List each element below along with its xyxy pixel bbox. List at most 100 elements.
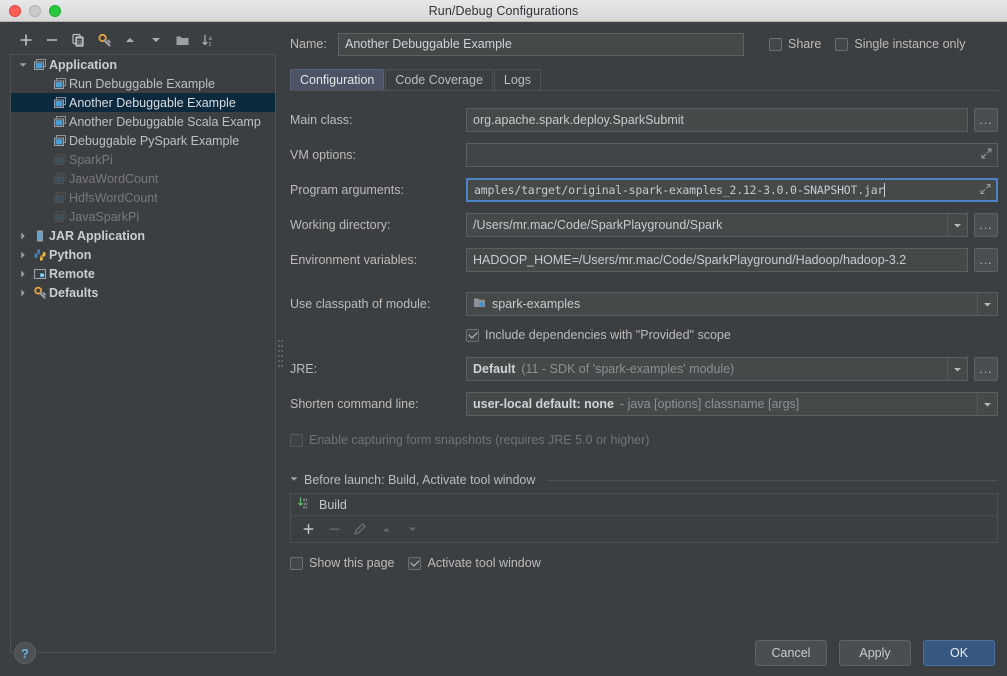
shorten-command-line-combo[interactable]: user-local default: none - java [options… (466, 392, 998, 416)
single-instance-checkbox[interactable]: Single instance only (835, 37, 966, 51)
chevron-right-icon[interactable] (15, 251, 31, 259)
name-input[interactable] (338, 32, 744, 56)
help-button[interactable]: ? (14, 642, 36, 664)
remove-task-button (323, 518, 345, 540)
classpath-module-row: Use classpath of module: spark-examples (290, 291, 998, 317)
program-arguments-row: Program arguments: amples/target/origina… (290, 177, 998, 203)
chevron-down-icon[interactable] (947, 214, 967, 236)
tab-code-coverage[interactable]: Code Coverage (385, 69, 493, 90)
configuration-editor-panel: Name: Share Single instance only Configu… (290, 28, 998, 653)
tree-item[interactable]: Remote (11, 264, 275, 283)
tree-item[interactable]: Application (11, 55, 275, 74)
shorten-command-line-row: Shorten command line: user-local default… (290, 391, 998, 417)
remove-configuration-button[interactable] (40, 29, 64, 51)
header-checkboxes: Share Single instance only (769, 37, 966, 51)
close-button[interactable] (9, 5, 21, 17)
vm-options-row: VM options: (290, 142, 998, 168)
tree-item-label: JavaSparkPi (69, 209, 140, 224)
working-directory-browse-button[interactable]: ... (974, 213, 998, 237)
chevron-down-icon[interactable] (15, 61, 31, 69)
tree-item[interactable]: SparkPi (11, 150, 275, 169)
single-instance-checkbox-box[interactable] (835, 37, 849, 51)
tree-item[interactable]: Defaults (11, 283, 275, 302)
tree-item[interactable]: Debuggable PySpark Example (11, 131, 275, 150)
jre-value-bold: Default (473, 362, 516, 376)
add-configuration-button[interactable] (14, 29, 38, 51)
tree-item[interactable]: JavaWordCount (11, 169, 275, 188)
before-launch-divider (547, 479, 998, 481)
include-provided-checkbox[interactable]: Include dependencies with "Provided" sco… (466, 328, 731, 342)
application-icon (51, 172, 69, 186)
classpath-module-combo[interactable]: spark-examples (466, 292, 998, 316)
dialog-footer: ? Cancel Apply OK (0, 631, 1007, 676)
activate-tool-window-checkbox-label: Activate tool window (427, 556, 541, 570)
tree-item[interactable]: JAR Application (11, 226, 275, 245)
show-this-page-checkbox[interactable]: Show this page (290, 556, 394, 570)
new-folder-button[interactable] (170, 29, 194, 51)
dialog-body: a z Application Run Debuggable Example Ano… (0, 22, 1007, 676)
tree-item[interactable]: Another Debuggable Scala Examp (11, 112, 275, 131)
jre-label: JRE: (290, 362, 318, 376)
chevron-down-icon[interactable] (977, 293, 997, 315)
expand-diagonal-icon[interactable] (981, 148, 992, 162)
tab-logs[interactable]: Logs (493, 69, 542, 90)
main-class-input[interactable]: org.apache.spark.deploy.SparkSubmit (466, 108, 968, 132)
ok-button[interactable]: OK (923, 640, 995, 666)
chevron-right-icon[interactable] (15, 289, 31, 297)
cancel-button[interactable]: Cancel (755, 640, 827, 666)
copy-configuration-button[interactable] (66, 29, 90, 51)
single-instance-checkbox-label: Single instance only (854, 37, 966, 51)
move-down-button[interactable] (144, 29, 168, 51)
activate-tool-window-checkbox[interactable]: Activate tool window (408, 556, 541, 570)
shorten-command-line-value-bold: user-local default: none (473, 397, 614, 411)
program-arguments-input[interactable]: amples/target/original-spark-examples_2.… (466, 178, 998, 202)
add-task-button[interactable] (297, 518, 319, 540)
activate-tool-window-checkbox-box[interactable] (408, 556, 422, 570)
chevron-down-icon[interactable] (947, 358, 967, 380)
tree-item[interactable]: Another Debuggable Example (11, 93, 275, 112)
before-launch-task-label: Build (319, 497, 347, 512)
classpath-module-value-wrap: spark-examples (467, 296, 977, 312)
move-up-button[interactable] (118, 29, 142, 51)
chevron-down-icon[interactable] (290, 475, 298, 485)
show-this-page-checkbox-box[interactable] (290, 556, 303, 570)
minimize-button[interactable] (29, 5, 41, 17)
main-class-row: Main class: org.apache.spark.deploy.Spar… (290, 107, 998, 133)
name-label: Name: (290, 37, 327, 51)
expand-diagonal-icon[interactable] (980, 184, 991, 197)
jre-combo[interactable]: Default (11 - SDK of 'spark-examples' mo… (466, 357, 968, 381)
window-controls (9, 5, 61, 17)
maximize-button[interactable] (49, 5, 61, 17)
tree-item[interactable]: Run Debuggable Example (11, 74, 275, 93)
apply-button[interactable]: Apply (839, 640, 911, 666)
form-snapshots-row: Enable capturing form snapshots (require… (290, 429, 998, 451)
vm-options-input[interactable] (466, 143, 998, 167)
working-directory-combo[interactable]: /Users/mr.mac/Code/SparkPlayground/Spark (466, 213, 968, 237)
tree-item[interactable]: HdfsWordCount (11, 188, 275, 207)
chevron-down-icon[interactable] (977, 393, 997, 415)
environment-variables-input[interactable]: HADOOP_HOME=/Users/mr.mac/Code/SparkPlay… (466, 248, 968, 272)
chevron-right-icon[interactable] (15, 270, 31, 278)
chevron-right-icon[interactable] (15, 232, 31, 240)
main-class-browse-button[interactable]: ... (974, 108, 998, 132)
list-item[interactable]: 01 10 01 Build (291, 494, 997, 516)
tree-item[interactable]: JavaSparkPi (11, 207, 275, 226)
tab-bar[interactable]: Configuration Code Coverage Logs (290, 68, 998, 90)
share-checkbox[interactable]: Share (769, 37, 821, 51)
environment-variables-browse-button[interactable]: ... (974, 248, 998, 272)
share-checkbox-box[interactable] (769, 37, 782, 51)
application-icon (51, 134, 69, 148)
tree-scroll-area[interactable]: Application Run Debuggable Example Another… (11, 55, 275, 652)
panel-splitter[interactable] (278, 340, 283, 376)
edit-templates-button[interactable] (92, 29, 116, 51)
before-launch-task-list[interactable]: 01 10 01 Build (290, 493, 998, 543)
include-provided-checkbox-box[interactable] (466, 328, 479, 342)
jre-browse-button[interactable]: ... (974, 357, 998, 381)
before-launch-header[interactable]: Before launch: Build, Activate tool wind… (290, 473, 998, 487)
tab-configuration[interactable]: Configuration (290, 69, 385, 90)
form-snapshots-checkbox-box (290, 433, 303, 447)
tree-item[interactable]: Python (11, 245, 275, 264)
sort-alphabetically-button[interactable]: a z (196, 29, 220, 51)
configurations-tree[interactable]: Application Run Debuggable Example Another… (10, 54, 276, 653)
jar-icon (31, 229, 49, 243)
